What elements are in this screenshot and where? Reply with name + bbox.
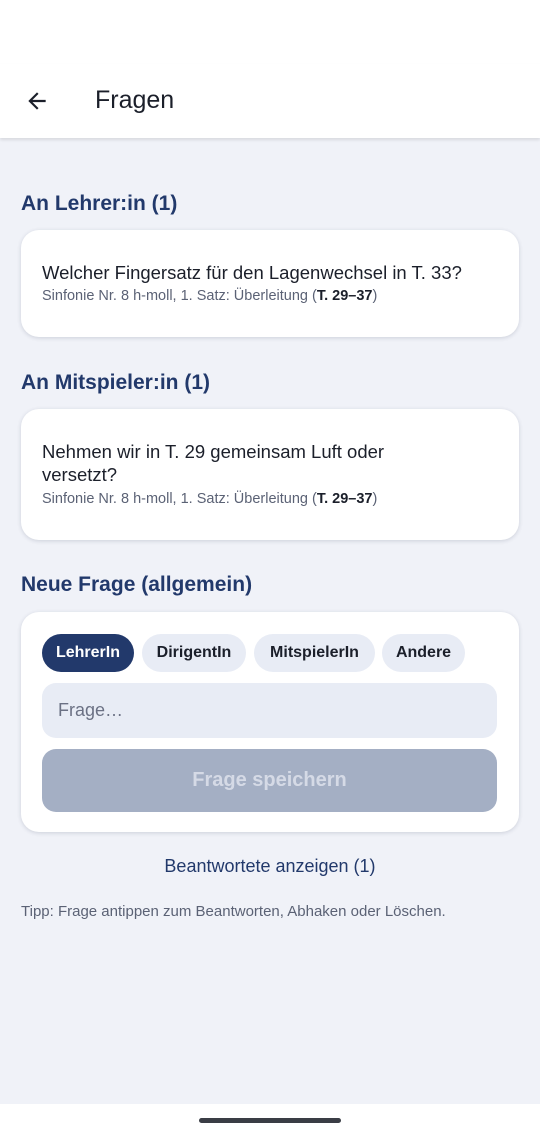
question-input[interactable]: [42, 683, 497, 738]
question-meta: Sinfonie Nr. 8 h-moll, 1. Satz: Überleit…: [42, 491, 378, 507]
section-heading-new-question: Neue Frage (allgemein): [21, 573, 253, 596]
chip-mitspielerin[interactable]: MitspielerIn: [254, 634, 375, 672]
section-heading-teacher: An Lehrer:in (1): [21, 192, 178, 215]
home-indicator[interactable]: [199, 1118, 341, 1123]
save-question-button[interactable]: Frage speichern: [42, 749, 497, 812]
show-answered-link[interactable]: Beantwortete anzeigen (1): [0, 856, 540, 877]
tip-text: Tipp: Frage antippen zum Beantworten, Ab…: [21, 903, 446, 920]
chip-dirigentin[interactable]: DirigentIn: [142, 634, 246, 672]
section-heading-fellow: An Mitspieler:in (1): [21, 371, 211, 394]
page-title: Fragen: [95, 86, 175, 114]
question-text: Welcher Fingersatz für den Lagenwechsel …: [42, 262, 462, 283]
chip-andere[interactable]: Andere: [382, 634, 465, 672]
arrow-left-icon: [28, 92, 46, 110]
chip-lehrerin[interactable]: LehrerIn: [42, 634, 134, 672]
back-button[interactable]: [14, 78, 60, 124]
question-card-teacher[interactable]: Welcher Fingersatz für den Lagenwechsel …: [21, 230, 519, 337]
status-bar: [0, 0, 540, 64]
question-meta: Sinfonie Nr. 8 h-moll, 1. Satz: Überleit…: [42, 288, 378, 304]
new-question-card: LehrerIn DirigentIn MitspielerIn Andere …: [21, 612, 519, 832]
navigation-bar: [0, 1104, 540, 1136]
question-text: Nehmen wir in T. 29 gemeinsam Luft oder …: [42, 441, 385, 485]
app-bar: Fragen: [0, 64, 540, 138]
question-card-fellow[interactable]: Nehmen wir in T. 29 gemeinsam Luft oder …: [21, 409, 519, 540]
